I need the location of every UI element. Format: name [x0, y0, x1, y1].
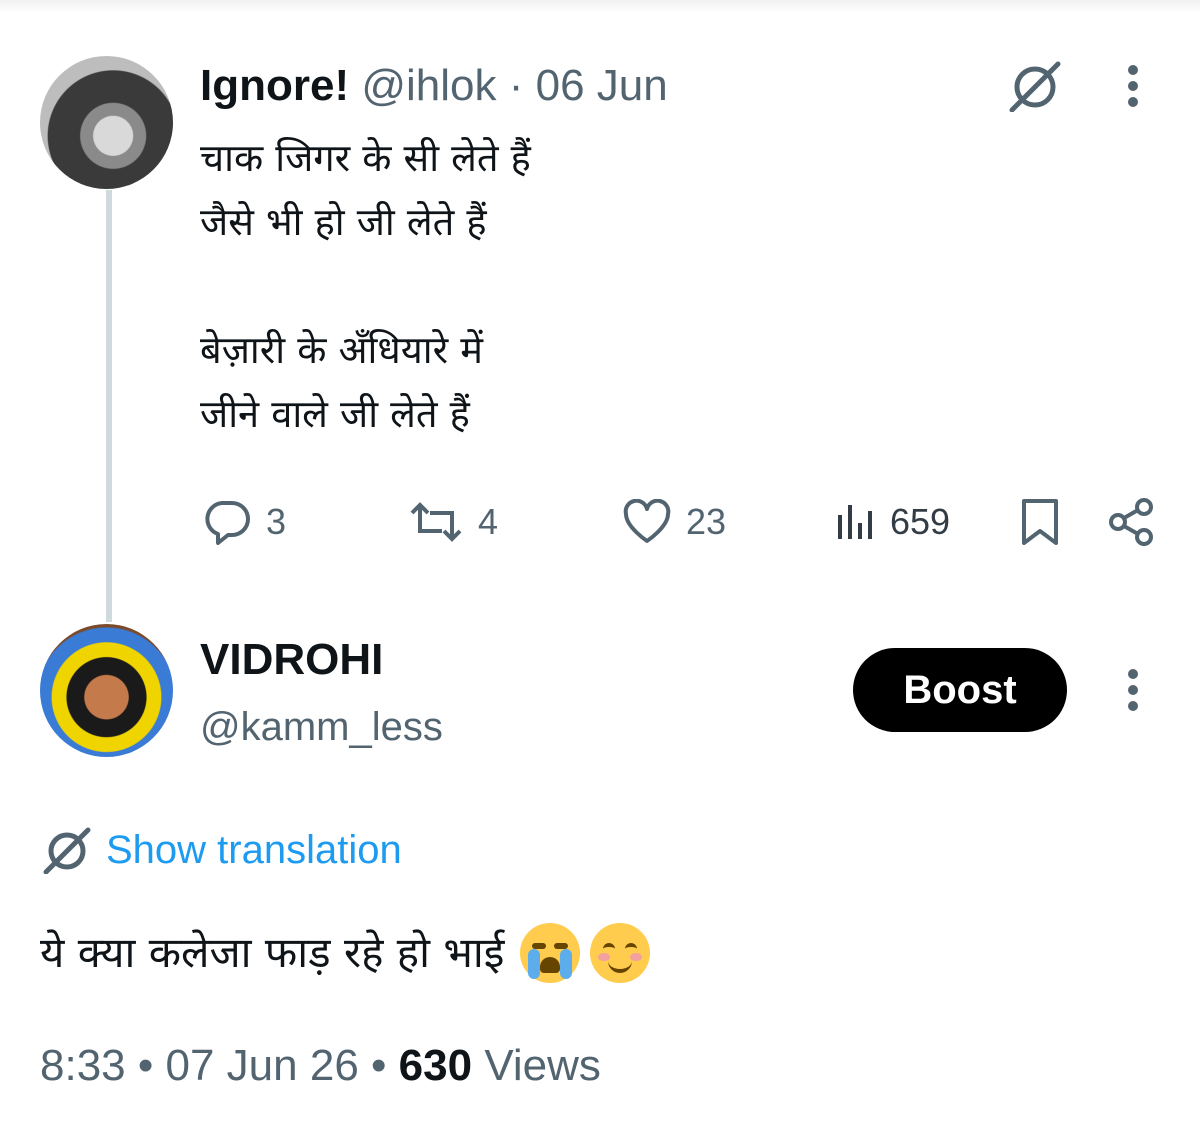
translate-icon: [43, 827, 91, 874]
reply-views-label: Views: [484, 1041, 601, 1090]
share-button[interactable]: [1108, 497, 1156, 547]
tweet-header: Ignore! @ihlok · 06 Jun: [200, 60, 668, 112]
like-icon: [623, 499, 671, 543]
meta-dot: •: [137, 1041, 154, 1090]
views-icon: [838, 505, 872, 539]
reply-icon: [205, 501, 250, 545]
handle[interactable]: @ihlok: [361, 61, 496, 110]
loudly-crying-face-emoji: [520, 923, 581, 983]
retweet-icon: [410, 502, 462, 542]
translate-icon[interactable]: [1006, 60, 1064, 113]
show-translation-label: Show translation: [106, 828, 402, 872]
show-translation-link[interactable]: Show translation: [40, 824, 402, 876]
reply-text: ये क्या कलेजा फाड़ रहे हो भाई: [40, 928, 505, 977]
top-edge: [0, 0, 1200, 14]
meta-dot: •: [371, 1041, 387, 1090]
bookmark-icon: [1022, 499, 1058, 545]
reply-text-row: ये क्या कलेजा फाड़ रहे हो भाई: [40, 918, 651, 988]
reply-handle[interactable]: @kamm_less: [200, 702, 443, 752]
boost-button[interactable]: Boost: [853, 648, 1067, 732]
reply-date[interactable]: 07 Jun 26: [166, 1041, 359, 1090]
reply-count: 3: [266, 501, 287, 542]
tweet-meta: 8:33 • 07 Jun 26 • 630 Views: [40, 1038, 601, 1094]
reply-display-name[interactable]: VIDROHI: [200, 634, 383, 686]
like-count: 23: [686, 501, 727, 542]
tweet-text: चाक जिगर के सी लेते हैं जैसे भी हो जी ले…: [200, 136, 531, 436]
bookmark-button[interactable]: [1018, 497, 1062, 547]
more-icon[interactable]: [1116, 666, 1150, 714]
tweet-date[interactable]: 06 Jun: [536, 61, 668, 110]
display-name[interactable]: Ignore!: [200, 61, 349, 110]
retweet-button[interactable]: 4: [408, 497, 498, 547]
smiling-face-emoji: [590, 923, 651, 983]
reply-button[interactable]: 3: [202, 497, 286, 547]
header-separator: ·: [508, 61, 524, 110]
like-button[interactable]: 23: [622, 497, 726, 547]
thread-connector-line: [106, 190, 112, 622]
more-icon[interactable]: [1116, 62, 1150, 110]
avatar-kamm-less[interactable]: [40, 624, 173, 757]
reply-views-count: 630: [398, 1041, 473, 1090]
views-button[interactable]: 659: [832, 497, 950, 547]
share-icon: [1109, 498, 1153, 546]
reply-time[interactable]: 8:33: [40, 1041, 126, 1090]
retweet-count: 4: [478, 501, 499, 542]
views-count: 659: [890, 501, 951, 542]
avatar-ihlok[interactable]: [40, 56, 173, 189]
